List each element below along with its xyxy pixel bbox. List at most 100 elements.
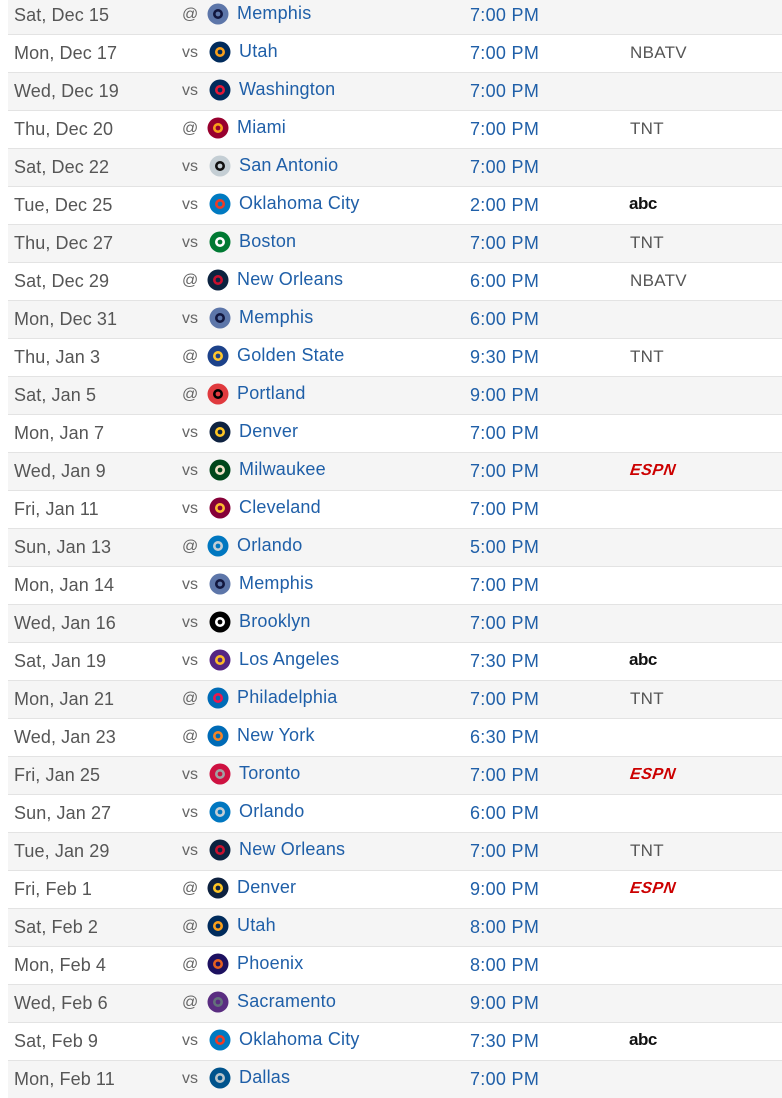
game-time-link[interactable]: 9:00 PM	[470, 985, 539, 1022]
game-time-link[interactable]: 7:30 PM	[470, 1023, 539, 1060]
opponent-link[interactable]: San Antonio	[239, 149, 338, 182]
opponent-link[interactable]: Denver	[239, 415, 298, 448]
game-time-link[interactable]: 7:00 PM	[470, 415, 539, 452]
table-row[interactable]: Sat, Dec 22 vs San Antonio 7:00 PM	[8, 148, 782, 186]
table-row[interactable]: Sat, Jan 19 vs Los Angeles 7:30 PM abc	[8, 642, 782, 680]
opponent-link[interactable]: Golden State	[237, 339, 344, 372]
opponent-link[interactable]: New Orleans	[237, 263, 343, 296]
table-row[interactable]: Tue, Jan 29 vs New Orleans 7:00 PM TNT	[8, 832, 782, 870]
table-row[interactable]: Fri, Jan 11 vs Cleveland 7:00 PM	[8, 490, 782, 528]
game-time-link[interactable]: 6:00 PM	[470, 795, 539, 832]
mavericks-logo[interactable]	[208, 1066, 232, 1090]
lakers-logo[interactable]	[208, 648, 232, 672]
table-row[interactable]: Sat, Dec 29 @ New Orleans 6:00 PM NBATV	[8, 262, 782, 300]
table-row[interactable]: Mon, Dec 31 vs Memphis 6:00 PM	[8, 300, 782, 338]
opponent-link[interactable]: Portland	[237, 377, 306, 410]
opponent-link[interactable]: Oklahoma City	[239, 1023, 360, 1056]
blazers-logo[interactable]	[206, 382, 230, 406]
table-row[interactable]: Mon, Feb 4 @ Phoenix 8:00 PM	[8, 946, 782, 984]
opponent-link[interactable]: Toronto	[239, 757, 300, 790]
game-time-link[interactable]: 7:00 PM	[470, 149, 539, 186]
table-row[interactable]: Sun, Jan 27 vs Orlando 6:00 PM	[8, 794, 782, 832]
table-row[interactable]: Fri, Feb 1 @ Denver 9:00 PM ESPN	[8, 870, 782, 908]
table-row[interactable]: Wed, Jan 16 vs Brooklyn 7:00 PM	[8, 604, 782, 642]
opponent-link[interactable]: Utah	[239, 35, 278, 68]
opponent-link[interactable]: Miami	[237, 111, 286, 144]
game-time-link[interactable]: 8:00 PM	[470, 909, 539, 946]
warriors-logo[interactable]	[206, 344, 230, 368]
cavaliers-logo[interactable]	[208, 496, 232, 520]
opponent-link[interactable]: Los Angeles	[239, 643, 339, 676]
game-time-link[interactable]: 9:00 PM	[470, 377, 539, 414]
game-time-link[interactable]: 7:00 PM	[470, 757, 539, 794]
opponent-link[interactable]: Denver	[237, 871, 296, 904]
game-time-link[interactable]: 7:00 PM	[470, 1061, 539, 1098]
game-time-link[interactable]: 7:00 PM	[470, 225, 539, 262]
table-row[interactable]: Mon, Jan 21 @ Philadelphia 7:00 PM TNT	[8, 680, 782, 718]
opponent-link[interactable]: Orlando	[239, 795, 304, 828]
opponent-link[interactable]: New Orleans	[239, 833, 345, 866]
spurs-logo[interactable]	[208, 154, 232, 178]
opponent-link[interactable]: Memphis	[239, 567, 313, 600]
raptors-logo[interactable]	[208, 762, 232, 786]
table-row[interactable]: Sat, Feb 9 vs Oklahoma City 7:30 PM abc	[8, 1022, 782, 1060]
opponent-link[interactable]: Dallas	[239, 1061, 290, 1094]
opponent-link[interactable]: Orlando	[237, 529, 302, 562]
table-row[interactable]: Thu, Dec 20 @ Miami 7:00 PM TNT	[8, 110, 782, 148]
game-time-link[interactable]: 7:00 PM	[470, 453, 539, 490]
table-row[interactable]: Mon, Jan 14 vs Memphis 7:00 PM	[8, 566, 782, 604]
game-time-link[interactable]: 7:30 PM	[470, 643, 539, 680]
bucks-logo[interactable]	[208, 458, 232, 482]
grizzlies-logo[interactable]	[206, 2, 230, 26]
opponent-link[interactable]: Oklahoma City	[239, 187, 360, 220]
table-row[interactable]: Thu, Dec 27 vs Boston 7:00 PM TNT	[8, 224, 782, 262]
jazz-logo[interactable]	[208, 40, 232, 64]
opponent-link[interactable]: New York	[237, 719, 315, 752]
game-time-link[interactable]: 6:00 PM	[470, 263, 539, 300]
game-time-link[interactable]: 7:00 PM	[470, 0, 539, 34]
jazz-logo[interactable]	[206, 914, 230, 938]
table-row[interactable]: Sat, Feb 2 @ Utah 8:00 PM	[8, 908, 782, 946]
knicks-logo[interactable]	[206, 724, 230, 748]
kings-logo[interactable]	[206, 990, 230, 1014]
opponent-link[interactable]: Sacramento	[237, 985, 336, 1018]
table-row[interactable]: Wed, Dec 19 vs Washington 7:00 PM	[8, 72, 782, 110]
opponent-link[interactable]: Phoenix	[237, 947, 303, 980]
game-time-link[interactable]: 6:30 PM	[470, 719, 539, 756]
game-time-link[interactable]: 5:00 PM	[470, 529, 539, 566]
opponent-link[interactable]: Brooklyn	[239, 605, 311, 638]
table-row[interactable]: Wed, Jan 23 @ New York 6:30 PM	[8, 718, 782, 756]
table-row[interactable]: Sat, Jan 5 @ Portland 9:00 PM	[8, 376, 782, 414]
table-row[interactable]: Tue, Dec 25 vs Oklahoma City 2:00 PM abc	[8, 186, 782, 224]
nuggets-logo[interactable]	[208, 420, 232, 444]
76ers-logo[interactable]	[206, 686, 230, 710]
opponent-link[interactable]: Memphis	[237, 0, 311, 30]
table-row[interactable]: Sun, Jan 13 @ Orlando 5:00 PM	[8, 528, 782, 566]
heat-logo[interactable]	[206, 116, 230, 140]
game-time-link[interactable]: 7:00 PM	[470, 73, 539, 110]
table-row[interactable]: Wed, Jan 9 vs Milwaukee 7:00 PM ESPN	[8, 452, 782, 490]
game-time-link[interactable]: 7:00 PM	[470, 605, 539, 642]
table-row[interactable]: Thu, Jan 3 @ Golden State 9:30 PM TNT	[8, 338, 782, 376]
nets-logo[interactable]	[208, 610, 232, 634]
opponent-link[interactable]: Washington	[239, 73, 335, 106]
opponent-link[interactable]: Utah	[237, 909, 276, 942]
opponent-link[interactable]: Memphis	[239, 301, 313, 334]
thunder-logo[interactable]	[208, 1028, 232, 1052]
table-row[interactable]: Mon, Feb 11 vs Dallas 7:00 PM	[8, 1060, 782, 1098]
game-time-link[interactable]: 7:00 PM	[470, 111, 539, 148]
wizards-logo[interactable]	[208, 78, 232, 102]
grizzlies-logo[interactable]	[208, 572, 232, 596]
table-row[interactable]: Sat, Dec 15 @ Memphis 7:00 PM	[8, 0, 782, 34]
suns-logo[interactable]	[206, 952, 230, 976]
opponent-link[interactable]: Boston	[239, 225, 296, 258]
pelicans-logo[interactable]	[206, 268, 230, 292]
game-time-link[interactable]: 7:00 PM	[470, 833, 539, 870]
celtics-logo[interactable]	[208, 230, 232, 254]
table-row[interactable]: Mon, Jan 7 vs Denver 7:00 PM	[8, 414, 782, 452]
table-row[interactable]: Wed, Feb 6 @ Sacramento 9:00 PM	[8, 984, 782, 1022]
game-time-link[interactable]: 7:00 PM	[470, 681, 539, 718]
table-row[interactable]: Fri, Jan 25 vs Toronto 7:00 PM ESPN	[8, 756, 782, 794]
opponent-link[interactable]: Milwaukee	[239, 453, 326, 486]
game-time-link[interactable]: 9:30 PM	[470, 339, 539, 376]
